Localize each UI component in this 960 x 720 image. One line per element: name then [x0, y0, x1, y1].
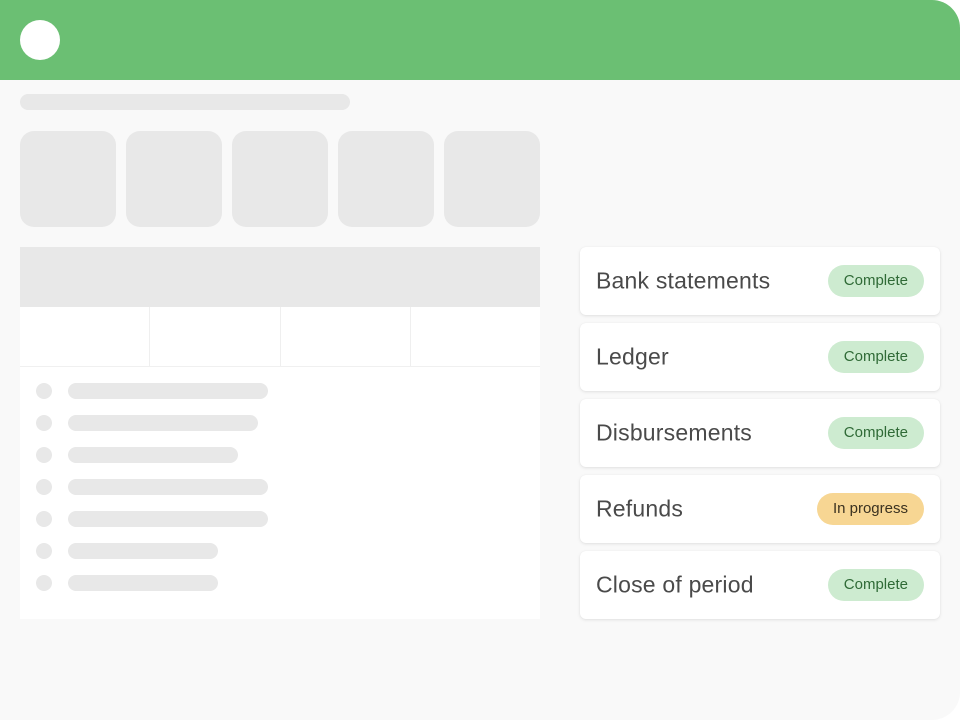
summary-tile[interactable]	[444, 131, 540, 227]
table-cell	[20, 307, 151, 366]
list-text-placeholder	[68, 383, 268, 399]
app-window: Bank statements Complete Ledger Complete…	[0, 0, 960, 720]
table-cell	[150, 307, 281, 366]
status-label: Bank statements	[596, 267, 771, 294]
status-card-bank-statements[interactable]: Bank statements Complete	[580, 247, 940, 315]
table-row	[20, 307, 540, 367]
app-header	[0, 0, 960, 80]
status-badge: Complete	[827, 265, 924, 297]
bullet-icon	[36, 543, 52, 559]
page-title-placeholder	[20, 94, 350, 110]
status-card-disbursements[interactable]: Disbursements Complete	[580, 399, 940, 467]
list-text-placeholder	[68, 511, 268, 527]
table-cell	[281, 307, 411, 366]
list-text-placeholder	[68, 479, 268, 495]
summary-tile[interactable]	[232, 131, 328, 227]
status-badge: Complete	[827, 417, 924, 449]
bullet-icon	[36, 447, 52, 463]
bullet-icon	[36, 575, 52, 591]
status-card-close-of-period[interactable]: Close of period Complete	[580, 551, 940, 619]
list-item	[36, 479, 516, 495]
status-label: Ledger	[596, 343, 669, 370]
bullet-icon	[36, 511, 52, 527]
list-item	[36, 575, 516, 591]
status-label: Refunds	[596, 495, 684, 522]
list-text-placeholder	[68, 447, 238, 463]
status-badge: Complete	[827, 341, 924, 373]
bullet-icon	[36, 415, 52, 431]
status-badge: In progress	[816, 493, 924, 525]
list-item	[36, 543, 516, 559]
status-label: Close of period	[596, 571, 754, 598]
bullet-icon	[36, 383, 52, 399]
summary-tile[interactable]	[126, 131, 222, 227]
list-item	[36, 415, 516, 431]
list-text-placeholder	[68, 575, 218, 591]
status-label: Disbursements	[596, 419, 752, 446]
bullet-icon	[36, 479, 52, 495]
list-text-placeholder	[68, 543, 218, 559]
list-item	[36, 383, 516, 399]
list-panel	[20, 367, 540, 619]
list-item	[36, 447, 516, 463]
status-card-ledger[interactable]: Ledger Complete	[580, 323, 940, 391]
summary-tile[interactable]	[338, 131, 434, 227]
status-card-refunds[interactable]: Refunds In progress	[580, 475, 940, 543]
table-header-placeholder	[20, 247, 540, 307]
table-cell	[411, 307, 540, 366]
status-badge: Complete	[827, 569, 924, 601]
summary-tile[interactable]	[20, 131, 116, 227]
list-item	[36, 511, 516, 527]
avatar-icon[interactable]	[20, 20, 60, 60]
list-text-placeholder	[68, 415, 258, 431]
